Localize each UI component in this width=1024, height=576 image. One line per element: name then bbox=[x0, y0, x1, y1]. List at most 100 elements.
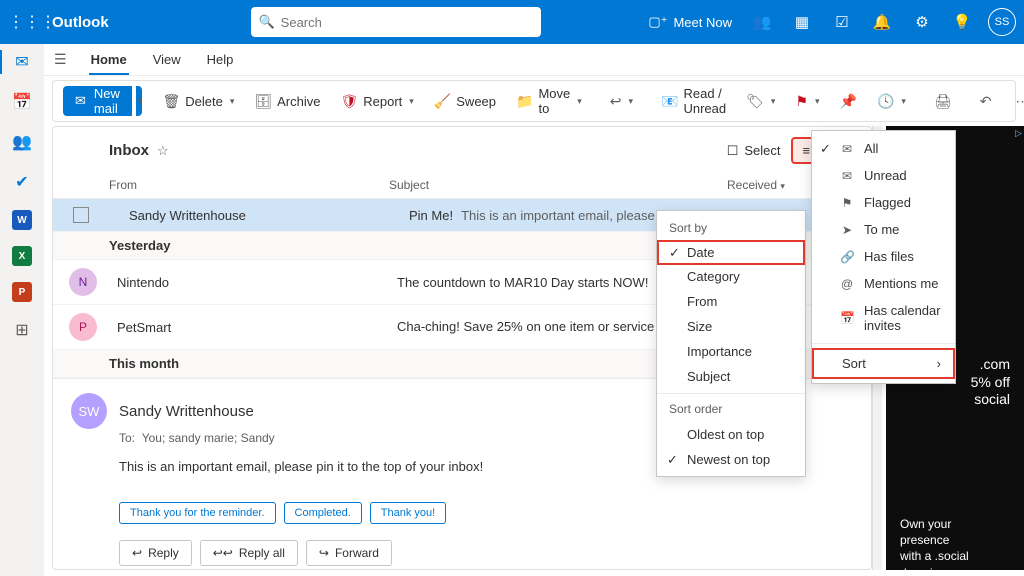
flag-button[interactable]: ⚑▾ bbox=[787, 86, 827, 116]
search-box[interactable]: 🔍 bbox=[251, 7, 541, 37]
sort-option-importance[interactable]: Importance bbox=[657, 339, 805, 364]
delete-button[interactable]: 🗑Delete▾ bbox=[154, 86, 242, 116]
ribbon-tabs: ☰ Home View Help bbox=[44, 44, 1024, 76]
onenote-icon[interactable]: ▦ bbox=[782, 13, 822, 31]
tag-button[interactable]: 🏷▾ bbox=[738, 86, 783, 116]
suggested-reply[interactable]: Thank you for the reminder. bbox=[119, 502, 276, 524]
tab-home[interactable]: Home bbox=[89, 46, 129, 73]
select-button[interactable]: ☐Select bbox=[717, 139, 791, 163]
filter-to-me[interactable]: ➤To me bbox=[812, 216, 955, 243]
meet-now-button[interactable]: ▢⁺ Meet Now bbox=[638, 14, 742, 30]
rail-mail-icon[interactable]: ✉ bbox=[0, 50, 43, 74]
mail-icon: ✉ bbox=[75, 93, 86, 109]
filter-mentions[interactable]: @Mentions me bbox=[812, 270, 955, 297]
print-icon: 🖨 bbox=[934, 93, 952, 110]
rail-todo-icon[interactable]: ✔ bbox=[10, 170, 34, 194]
hamburger-icon[interactable]: ☰ bbox=[54, 51, 67, 68]
bell-icon[interactable]: 🔔 bbox=[862, 13, 902, 31]
sort-by-header: Sort by bbox=[657, 215, 805, 241]
suggested-replies: Thank you for the reminder. Completed. T… bbox=[119, 502, 853, 524]
filter-sort[interactable]: Sort› bbox=[812, 348, 955, 379]
forward-icon: ↪ bbox=[319, 546, 329, 560]
reading-avatar: SW bbox=[71, 393, 107, 429]
inbox-header: Inbox ☆ ☐Select ≡Filter bbox=[53, 127, 871, 172]
reply-dropdown[interactable]: ↩▾ bbox=[602, 86, 641, 116]
select-icon: ☐ bbox=[727, 143, 739, 159]
snooze-button[interactable]: 🕓▾ bbox=[869, 86, 914, 116]
rail-excel-icon[interactable]: X bbox=[12, 246, 32, 266]
undo-button[interactable]: ↶ bbox=[972, 86, 1000, 116]
more-icon: ⋯ bbox=[1015, 93, 1024, 110]
archive-button[interactable]: 🗄Archive bbox=[246, 86, 328, 116]
title-bar: ⋮⋮⋮ Outlook 🔍 ▢⁺ Meet Now 👥 ▦ ☑ 🔔 ⚙ 💡 SS bbox=[0, 0, 1024, 44]
app-launcher-icon[interactable]: ⋮⋮⋮ bbox=[8, 12, 40, 32]
folder-icon: 📁 bbox=[516, 93, 533, 110]
col-subject[interactable]: Subject bbox=[389, 178, 727, 192]
toolbar: ✉ New mail ▾ 🗑Delete▾ 🗄Archive 🛡Report▾ … bbox=[52, 80, 1016, 122]
reply-all-button[interactable]: ↩↩Reply all bbox=[200, 540, 298, 566]
new-mail-dropdown[interactable]: ▾ bbox=[136, 86, 143, 116]
sort-option-from[interactable]: From bbox=[657, 289, 805, 314]
sort-option-subject[interactable]: Subject bbox=[657, 364, 805, 389]
new-mail-label: New mail bbox=[94, 86, 120, 116]
chevron-down-icon: ▾ bbox=[780, 181, 785, 191]
flag-icon: ⚑ bbox=[840, 196, 854, 210]
ad-choices-icon[interactable]: ▷ bbox=[1015, 128, 1022, 139]
tab-view[interactable]: View bbox=[151, 46, 183, 73]
reply-button[interactable]: ↩Reply bbox=[119, 540, 192, 566]
star-icon[interactable]: ☆ bbox=[157, 143, 169, 159]
print-button[interactable]: 🖨 bbox=[926, 86, 960, 116]
sort-option-category[interactable]: Category bbox=[657, 264, 805, 289]
col-from[interactable]: From bbox=[109, 178, 389, 192]
sweep-button[interactable]: 🧹Sweep bbox=[426, 86, 504, 116]
meet-now-label: Meet Now bbox=[673, 15, 732, 30]
report-button[interactable]: 🛡Report▾ bbox=[332, 86, 421, 116]
filter-unread[interactable]: ✉Unread bbox=[812, 162, 955, 189]
mail-icon: ✉ bbox=[840, 169, 854, 183]
avatar[interactable]: SS bbox=[988, 8, 1016, 36]
attachment-icon: 🔗 bbox=[840, 250, 854, 264]
rail-powerpoint-icon[interactable]: P bbox=[12, 282, 32, 302]
filter-calendar-invites[interactable]: 📅Has calendar invites bbox=[812, 297, 955, 339]
undo-icon: ↶ bbox=[980, 93, 992, 110]
move-to-button[interactable]: 📁Move to▾ bbox=[508, 86, 590, 116]
sort-option-date[interactable]: Date bbox=[657, 240, 805, 265]
sort-order-oldest[interactable]: Oldest on top bbox=[657, 422, 805, 447]
arrow-icon: ➤ bbox=[840, 223, 854, 237]
folder-title: Inbox bbox=[109, 142, 149, 159]
trash-icon: 🗑 bbox=[162, 93, 180, 110]
reading-sender: Sandy Writtenhouse bbox=[119, 403, 254, 420]
row-from: PetSmart bbox=[117, 320, 397, 335]
row-avatar: N bbox=[69, 268, 97, 296]
lightbulb-icon[interactable]: 💡 bbox=[942, 13, 982, 31]
filter-has-files[interactable]: 🔗Has files bbox=[812, 243, 955, 270]
forward-button[interactable]: ↪Forward bbox=[306, 540, 392, 566]
tab-help[interactable]: Help bbox=[205, 46, 236, 73]
left-rail: ✉ 📅 👥 ✔ W X P ⊞ bbox=[0, 44, 44, 576]
pin-icon: 📌 bbox=[840, 93, 857, 110]
suggested-reply[interactable]: Thank you! bbox=[370, 502, 446, 524]
todo-icon[interactable]: ☑ bbox=[822, 13, 862, 31]
read-unread-button[interactable]: 📧Read / Unread bbox=[653, 86, 734, 116]
search-input[interactable] bbox=[251, 7, 541, 37]
filter-flagged[interactable]: ⚑Flagged bbox=[812, 189, 955, 216]
row-checkbox[interactable] bbox=[73, 207, 89, 223]
rail-more-apps-icon[interactable]: ⊞ bbox=[10, 318, 34, 342]
brand-label: Outlook bbox=[40, 14, 121, 31]
suggested-reply[interactable]: Completed. bbox=[284, 502, 362, 524]
broom-icon: 🧹 bbox=[434, 93, 451, 110]
rail-word-icon[interactable]: W bbox=[12, 210, 32, 230]
pin-button[interactable]: 📌 bbox=[832, 86, 865, 116]
toolbar-overflow[interactable]: ⋯ bbox=[1007, 86, 1024, 116]
rail-calendar-icon[interactable]: 📅 bbox=[10, 90, 34, 114]
filter-all[interactable]: ✉All bbox=[812, 135, 955, 162]
gear-icon[interactable]: ⚙ bbox=[902, 13, 942, 31]
sort-order-newest[interactable]: Newest on top bbox=[657, 447, 805, 472]
sort-option-size[interactable]: Size bbox=[657, 314, 805, 339]
new-mail-button[interactable]: ✉ New mail bbox=[63, 86, 132, 116]
rail-people-icon[interactable]: 👥 bbox=[10, 130, 34, 154]
chevron-right-icon: › bbox=[937, 356, 941, 371]
filter-icon: ≡ bbox=[803, 143, 811, 158]
teams-icon[interactable]: 👥 bbox=[742, 13, 782, 31]
row-avatar: P bbox=[69, 313, 97, 341]
